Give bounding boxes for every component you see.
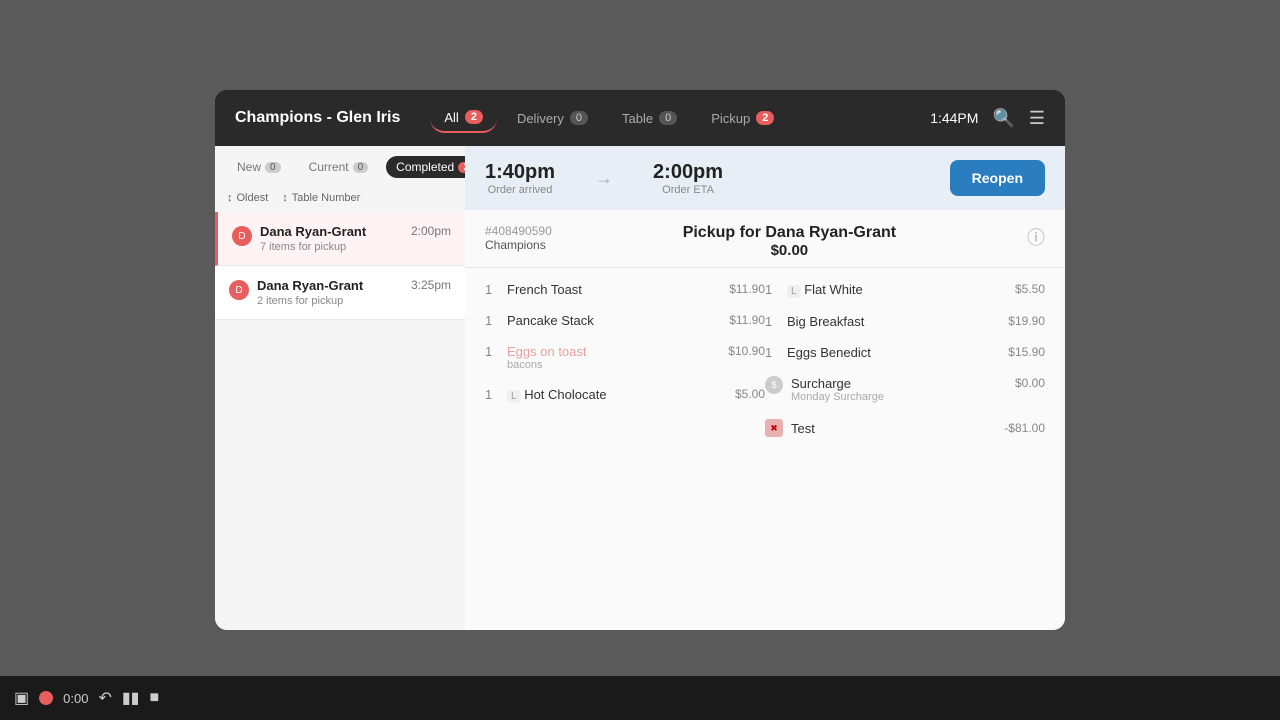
order-times: 1:40pm Order arrived → 2:00pm Order ETA (485, 161, 723, 196)
order-detail-header: #408490590 Champions Pickup for Dana Rya… (465, 210, 1065, 268)
items-grid: 1 French Toast $11.90 1 Pancake Stack $1… (465, 268, 1065, 630)
bottom-bar: ▣ 0:00 ↶ ▮▮ ■ (0, 676, 1280, 720)
test-row: ✖ Test -$81.00 (765, 419, 1045, 437)
items-col-left: 1 French Toast $11.90 1 Pancake Stack $1… (485, 282, 765, 616)
nav-tab-all[interactable]: All 2 (430, 104, 497, 133)
nav-right: 1:44PM 🔍 ☰ (930, 108, 1045, 129)
sort-oldest[interactable]: ↕ Oldest (227, 192, 268, 204)
nav-tab-delivery[interactable]: Delivery 0 (503, 104, 602, 133)
order-item[interactable]: D Dana Ryan-Grant 2 items for pickup 3:2… (215, 266, 465, 320)
top-nav: Champions - Glen Iris All 2 Delivery 0 T… (215, 90, 1065, 146)
camera-icon[interactable]: ▣ (14, 688, 29, 708)
pause-icon[interactable]: ▮▮ (122, 688, 140, 708)
menu-item: 1 Eggs on toast bacons $10.90 (485, 344, 765, 371)
menu-item: 1 Eggs Benedict $15.90 (765, 345, 1045, 360)
search-icon[interactable]: 🔍 (992, 108, 1014, 129)
nav-tabs: All 2 Delivery 0 Table 0 Pickup 2 (430, 104, 930, 133)
nav-tab-table[interactable]: Table 0 (608, 104, 691, 133)
order-id-block: #408490590 Champions (485, 224, 552, 252)
reopen-button[interactable]: Reopen (950, 160, 1045, 196)
items-col-right: 1 L Flat White $5.50 1 Big Breakfast (765, 282, 1045, 616)
arrived-time-block: 1:40pm Order arrived (485, 161, 555, 196)
current-time: 1:44PM (930, 110, 978, 126)
order-info: Dana Ryan-Grant 2 items for pickup (257, 278, 403, 307)
filter-current[interactable]: Current 0 (299, 156, 379, 178)
menu-item: 1 Big Breakfast $19.90 (765, 314, 1045, 329)
rewind-icon[interactable]: ↶ (98, 688, 111, 708)
menu-item: 1 L Flat White $5.50 (765, 282, 1045, 298)
order-icon: D (229, 280, 249, 300)
filter-tabs: New 0 Current 0 Completed 2 (215, 146, 465, 188)
brand-name: Champions - Glen Iris (235, 109, 400, 127)
surcharge-icon: $ (765, 376, 783, 394)
surcharge-info: Surcharge Monday Surcharge (791, 376, 1007, 403)
order-header: 1:40pm Order arrived → 2:00pm Order ETA … (465, 146, 1065, 210)
surcharge-row: $ Surcharge Monday Surcharge $0.00 (765, 376, 1045, 403)
record-indicator (39, 691, 53, 705)
menu-icon[interactable]: ☰ (1029, 108, 1045, 129)
nav-tab-pickup[interactable]: Pickup 2 (697, 104, 788, 133)
menu-item: 1 French Toast $11.90 (485, 282, 765, 297)
order-title-row: #408490590 Champions Pickup for Dana Rya… (485, 224, 1045, 259)
menu-item: 1 Pancake Stack $11.90 (485, 313, 765, 328)
playback-time: 0:00 (63, 691, 88, 706)
sort-table-number[interactable]: ↕ Table Number (282, 192, 360, 204)
menu-item: 1 L Hot Cholocate $5.00 (485, 387, 765, 403)
right-panel: 1:40pm Order arrived → 2:00pm Order ETA … (465, 146, 1065, 630)
main-content: New 0 Current 0 Completed 2 ↕ Oldest (215, 146, 1065, 630)
order-title-center: Pickup for Dana Ryan-Grant $0.00 (552, 224, 1027, 259)
order-item[interactable]: D Dana Ryan-Grant 7 items for pickup 2:0… (215, 212, 465, 266)
time-arrow: → (595, 161, 613, 196)
info-icon[interactable]: ⓘ (1027, 224, 1045, 250)
left-panel: New 0 Current 0 Completed 2 ↕ Oldest (215, 146, 465, 630)
stop-icon[interactable]: ■ (149, 689, 159, 707)
order-icon: D (232, 226, 252, 246)
order-info: Dana Ryan-Grant 7 items for pickup (260, 224, 403, 253)
orders-list: D Dana Ryan-Grant 7 items for pickup 2:0… (215, 212, 465, 630)
sort-bar: ↕ Oldest ↕ Table Number (215, 188, 465, 212)
filter-new[interactable]: New 0 (227, 156, 291, 178)
eta-time-block: 2:00pm Order ETA (653, 161, 723, 196)
test-icon: ✖ (765, 419, 783, 437)
